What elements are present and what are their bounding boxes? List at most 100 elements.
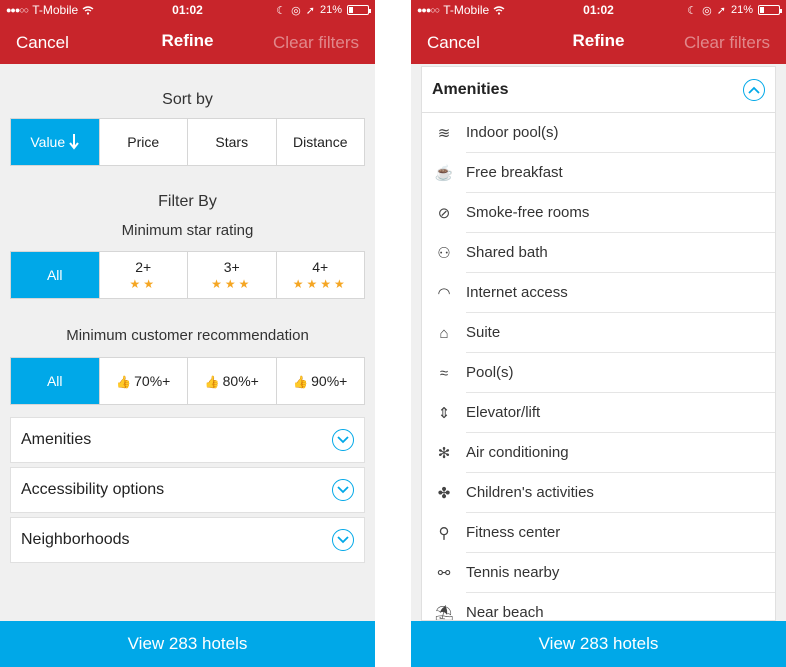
fitness-icon: ⚲ bbox=[438, 525, 450, 542]
sort-by-title: Sort by bbox=[162, 91, 213, 108]
accordion-label: Amenities bbox=[21, 431, 92, 448]
nav-bar: Cancel Refine Clear filters bbox=[0, 20, 375, 64]
signal-dots-icon: ●●●○○ bbox=[417, 5, 440, 15]
status-time: 01:02 bbox=[172, 3, 203, 17]
rec-option-label: 70%+ bbox=[134, 373, 171, 389]
carrier-label: T-Mobile bbox=[443, 3, 490, 17]
amenity-item[interactable]: ⚯ Tennis nearby bbox=[422, 553, 775, 593]
chevron-down-icon bbox=[332, 529, 354, 551]
filter-by-title: Filter By bbox=[158, 193, 217, 210]
amenity-label: Tennis nearby bbox=[466, 553, 775, 593]
refine-screen-right: ●●●○○ T-Mobile 01:02 ☾ ◎ ➚ 21% Cancel Re… bbox=[411, 0, 786, 667]
amenities-header-label: Amenities bbox=[432, 80, 509, 98]
clear-filters-button[interactable]: Clear filters bbox=[684, 33, 770, 53]
amenities-header[interactable]: Amenities bbox=[422, 67, 775, 113]
suite-icon: ⌂ bbox=[439, 324, 449, 342]
moon-icon: ☾ bbox=[687, 4, 698, 17]
amenity-item[interactable]: ⌂ Suite bbox=[422, 313, 775, 353]
star-icons: ★★ bbox=[129, 277, 157, 291]
puzzle-icon: ✤ bbox=[437, 485, 451, 502]
amenity-item[interactable]: ⛱ Near beach bbox=[422, 593, 775, 621]
status-time: 01:02 bbox=[583, 3, 614, 17]
view-hotels-button[interactable]: View 283 hotels bbox=[0, 621, 375, 667]
star-option-all[interactable]: All bbox=[11, 252, 99, 298]
accordion-amenities[interactable]: Amenities bbox=[10, 417, 365, 463]
rec-option-all[interactable]: All bbox=[11, 358, 99, 404]
star-option-label: 3+ bbox=[223, 259, 240, 275]
rec-option-label: 90%+ bbox=[311, 373, 348, 389]
location-arrow-icon: ➚ bbox=[716, 4, 726, 17]
signal-dots-icon: ●●●○○ bbox=[6, 5, 29, 15]
rec-option-90[interactable]: 👍 90%+ bbox=[275, 358, 365, 404]
wifi-icon bbox=[82, 5, 94, 15]
accordion-neighborhoods[interactable]: Neighborhoods bbox=[10, 517, 365, 563]
refine-screen-left: ●●●○○ T-Mobile 01:02 ☾ ◎ ➚ 21% Cancel Re… bbox=[0, 0, 375, 667]
amenity-label: Indoor pool(s) bbox=[466, 113, 775, 153]
pool-icon: ≈ bbox=[439, 364, 449, 382]
rotation-lock-icon: ◎ bbox=[291, 4, 301, 17]
clear-filters-button[interactable]: Clear filters bbox=[273, 33, 359, 53]
status-bar: ●●●○○ T-Mobile 01:02 ☾ ◎ ➚ 21% bbox=[411, 0, 786, 20]
accordion-accessibility[interactable]: Accessibility options bbox=[10, 467, 365, 513]
amenity-label: Near beach bbox=[466, 593, 775, 620]
amenity-item[interactable]: ☕ Free breakfast bbox=[422, 153, 775, 193]
amenity-label: Elevator/lift bbox=[466, 393, 775, 433]
elevator-icon: ⇕ bbox=[437, 405, 451, 422]
amenity-item[interactable]: ✻ Air conditioning bbox=[422, 433, 775, 473]
star-icons: ★★★ bbox=[211, 277, 253, 291]
amenity-label: Shared bath bbox=[466, 233, 775, 273]
star-rating-control: All 2+ ★★ 3+ ★★★ 4+ ★★★★ bbox=[10, 251, 365, 299]
amenity-item[interactable]: ⚇ Shared bath bbox=[422, 233, 775, 273]
rec-option-80[interactable]: 👍 80%+ bbox=[187, 358, 276, 404]
beach-icon: ⛱ bbox=[434, 605, 454, 621]
battery-fill bbox=[349, 7, 353, 13]
amenity-item[interactable]: ⇕ Elevator/lift bbox=[422, 393, 775, 433]
battery-icon bbox=[758, 5, 782, 15]
amenity-item[interactable]: ⊘ Smoke-free rooms bbox=[422, 193, 775, 233]
star-option-2[interactable]: 2+ ★★ bbox=[98, 252, 188, 298]
amenity-label: Smoke-free rooms bbox=[466, 193, 775, 233]
carrier-label: T-Mobile bbox=[32, 3, 79, 17]
amenity-label: Fitness center bbox=[466, 513, 775, 553]
star-option-4[interactable]: 4+ ★★★★ bbox=[275, 252, 365, 298]
sort-option-stars[interactable]: Stars bbox=[187, 119, 276, 165]
sort-option-value[interactable]: Value bbox=[11, 119, 99, 165]
star-icons: ★★★★ bbox=[292, 277, 348, 291]
amenities-list: ≋ Indoor pool(s) ☕ Free breakfast ⊘ Smoke-fre… bbox=[422, 113, 775, 621]
battery-percent: 21% bbox=[730, 4, 753, 16]
amenity-item[interactable]: ≋ Indoor pool(s) bbox=[422, 113, 775, 153]
amenity-label: Free breakfast bbox=[466, 153, 775, 193]
chevron-down-icon bbox=[332, 429, 354, 451]
thumbs-up-icon: 👍 bbox=[116, 375, 132, 389]
snowflake-icon: ✻ bbox=[437, 445, 451, 462]
cancel-button[interactable]: Cancel bbox=[16, 33, 69, 53]
cancel-button[interactable]: Cancel bbox=[427, 33, 480, 53]
status-bar: ●●●○○ T-Mobile 01:02 ☾ ◎ ➚ 21% bbox=[0, 0, 375, 20]
location-arrow-icon: ➚ bbox=[305, 4, 315, 17]
amenity-item[interactable]: ◠ Internet access bbox=[422, 273, 775, 313]
wifi-icon bbox=[493, 5, 505, 15]
moon-icon: ☾ bbox=[276, 4, 287, 17]
recommendation-control: All 👍 70%+ 👍 80%+ 👍 90%+ bbox=[10, 357, 365, 405]
rec-option-label: 80%+ bbox=[222, 373, 259, 389]
chevron-up-icon bbox=[743, 78, 765, 101]
amenity-item[interactable]: ⚲ Fitness center bbox=[422, 513, 775, 553]
star-rating-title: Minimum star rating bbox=[121, 222, 254, 239]
sort-option-distance[interactable]: Distance bbox=[275, 119, 365, 165]
no-smoking-icon: ⊘ bbox=[437, 205, 451, 222]
amenity-item[interactable]: ≈ Pool(s) bbox=[422, 353, 775, 393]
rec-option-70[interactable]: 👍 70%+ bbox=[98, 358, 188, 404]
tennis-icon: ⚯ bbox=[437, 565, 451, 582]
rotation-lock-icon: ◎ bbox=[702, 4, 712, 17]
arrow-down-icon bbox=[69, 134, 79, 150]
sort-segmented-control: Value Price Stars Distance bbox=[10, 118, 365, 166]
amenity-item[interactable]: ✤ Children's activities bbox=[422, 473, 775, 513]
sort-option-label: Value bbox=[30, 134, 66, 150]
amenity-label: Internet access bbox=[466, 273, 775, 313]
view-hotels-button[interactable]: View 283 hotels bbox=[411, 621, 786, 667]
battery-percent: 21% bbox=[319, 4, 342, 16]
amenities-panel: Amenities ≋ Indoor pool(s) ☕ Free breakfast… bbox=[421, 66, 776, 621]
sort-option-price[interactable]: Price bbox=[98, 119, 188, 165]
shared-bath-icon: ⚇ bbox=[437, 245, 451, 262]
star-option-3[interactable]: 3+ ★★★ bbox=[187, 252, 276, 298]
